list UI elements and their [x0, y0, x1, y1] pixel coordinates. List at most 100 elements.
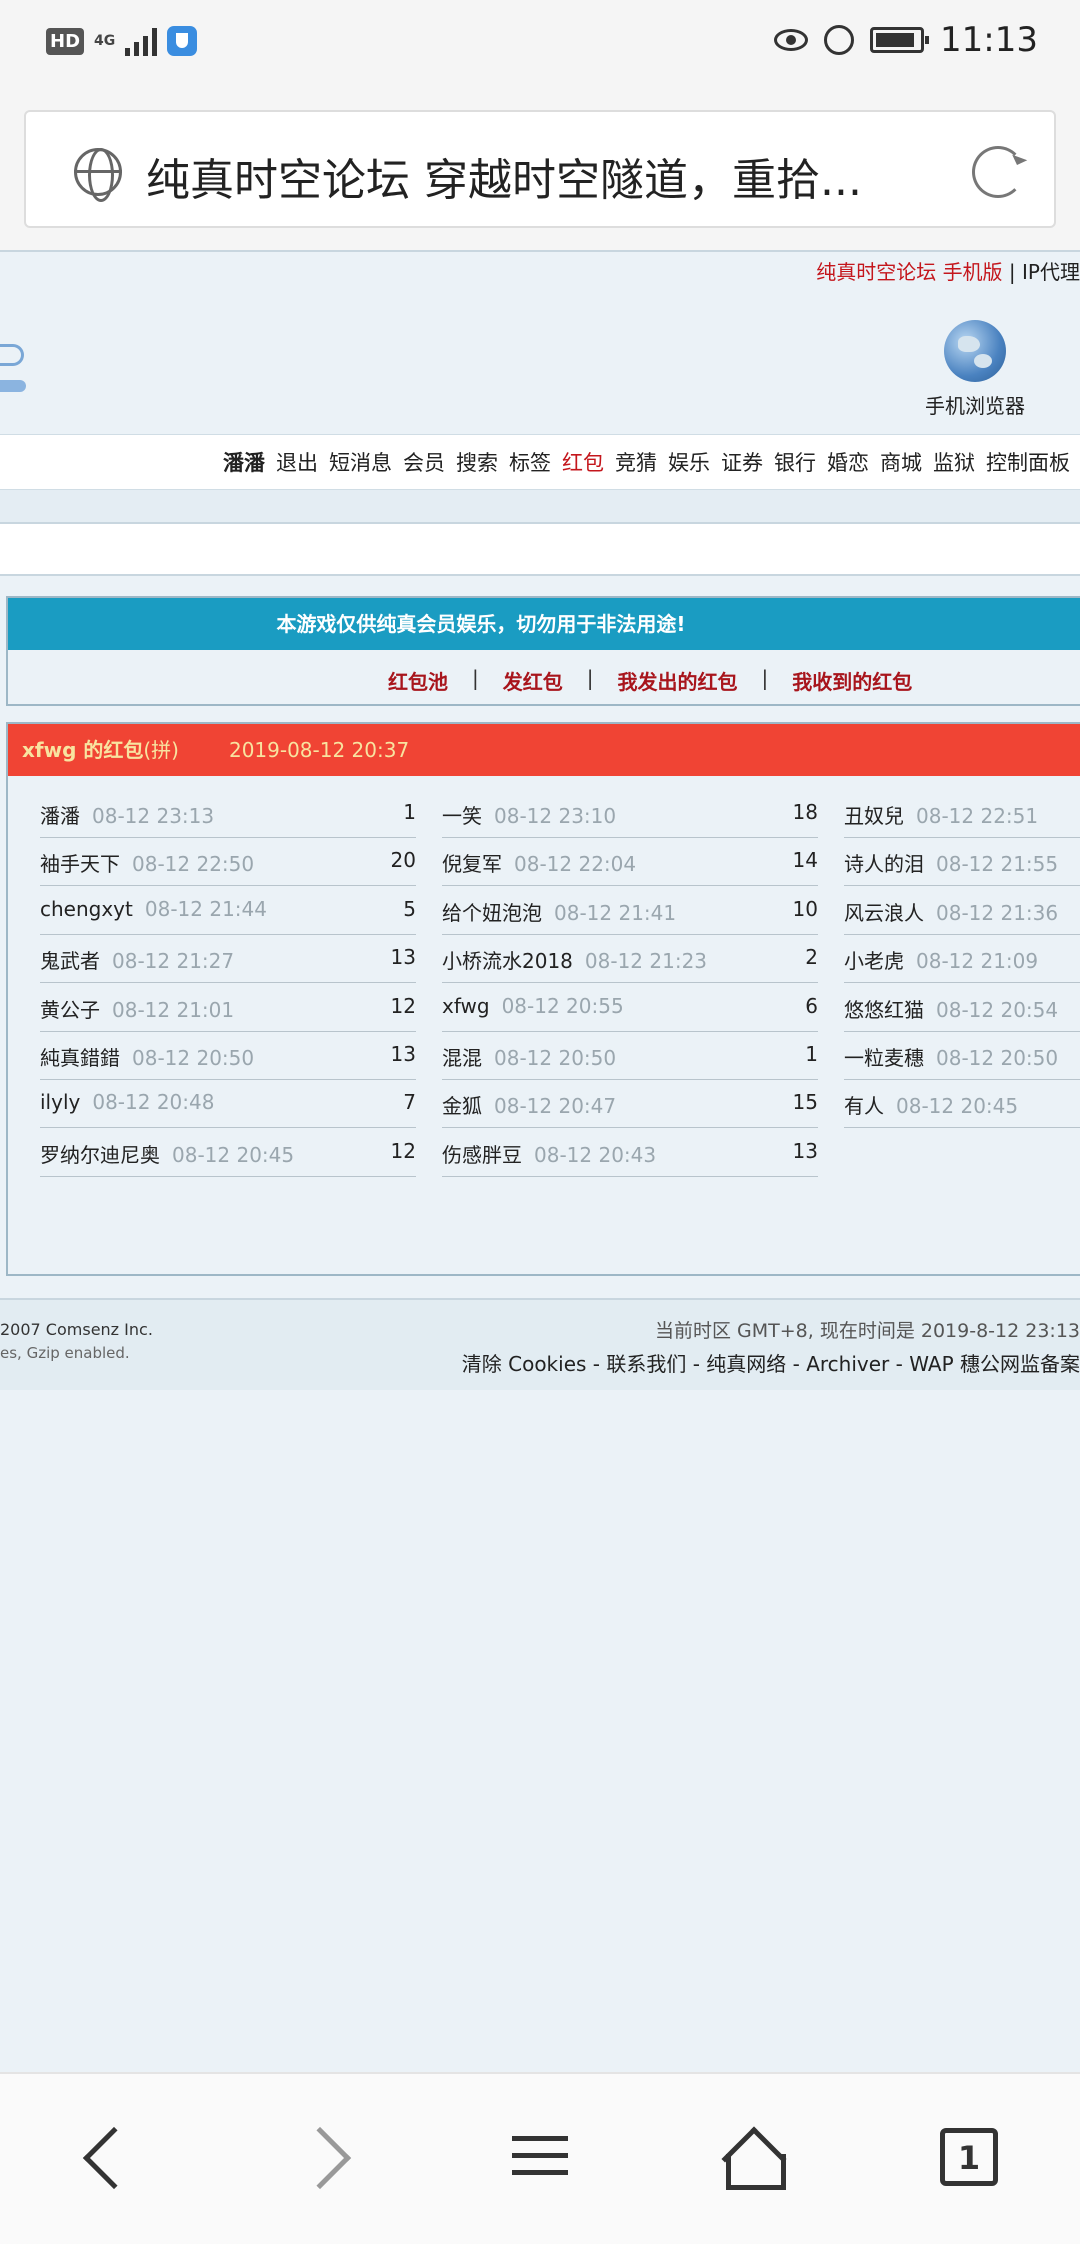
entry-username[interactable]: chengxyt — [40, 897, 133, 921]
entry-username[interactable]: 金狐 — [442, 1094, 482, 1118]
nav-item-stocks[interactable]: 证券 — [721, 447, 763, 477]
copyright: 2007 Comsenz Inc. — [0, 1320, 153, 1339]
redpacket-owner[interactable]: xfwg 的红包 — [22, 738, 143, 762]
received-redpackets-link[interactable]: 我收到的红包 — [792, 666, 912, 695]
redpacket-entry: ilyly 08-12 20:48 7 — [40, 1080, 416, 1129]
status-bar: HD 4G 11:13 — [0, 0, 1080, 88]
home-button[interactable] — [716, 2124, 796, 2194]
footer-links[interactable]: 清除 Cookies - 联系我们 - 纯真网络 - Archiver - WA… — [462, 1348, 1080, 1377]
send-redpacket-link[interactable]: 发红包 — [503, 666, 563, 695]
redpacket-entry: 混混 08-12 20:50 1 — [442, 1032, 818, 1080]
entry-count: 14 — [792, 848, 818, 873]
nav-item-entertainment[interactable]: 娱乐 — [668, 447, 710, 477]
entry-time: 08-12 21:44 — [144, 896, 267, 921]
redpacket-entry: 鬼武者 08-12 21:27 13 — [40, 935, 416, 984]
entry-time: 08-12 21:01 — [112, 997, 235, 1022]
entry-username[interactable]: 一粒麦穗 — [844, 1046, 924, 1070]
forward-button[interactable] — [288, 2124, 370, 2194]
nav-item-messages[interactable]: 短消息 — [329, 447, 392, 477]
entry-username[interactable]: 鬼武者 — [40, 949, 100, 973]
hd-badge: HD — [46, 27, 85, 55]
entry-time: 08-12 20:45 — [172, 1142, 295, 1167]
entry-count: 7 — [403, 1090, 416, 1115]
redpacket-entry: 黄公子 08-12 21:01 12 — [40, 984, 416, 1032]
entry-username[interactable]: 混混 — [442, 1046, 482, 1070]
redpacket-type: (拼) — [143, 738, 179, 762]
signal-icon — [125, 26, 158, 56]
entry-username[interactable]: 一笑 — [442, 804, 482, 828]
forum-link[interactable]: 纯真时空论坛 — [816, 260, 936, 284]
entry-time: 08-12 20:47 — [494, 1094, 617, 1119]
mobile-browser-link[interactable]: 手机浏览器 — [920, 320, 1030, 419]
forum-logo[interactable] — [0, 334, 28, 404]
redpacket-entry: 一粒麦穗 08-12 20:50 — [844, 1032, 1080, 1080]
entry-username[interactable]: 有人 — [844, 1094, 884, 1118]
nav-item-jail[interactable]: 监狱 — [933, 447, 975, 477]
nav-user[interactable]: 潘潘 — [223, 447, 265, 477]
reload-icon[interactable] — [972, 146, 1024, 198]
entry-time: 08-12 21:09 — [916, 949, 1039, 974]
redpacket-entry: 小桥流水2018 08-12 21:23 2 — [442, 935, 818, 984]
mobile-link[interactable]: 手机版 — [943, 260, 1003, 284]
entry-username[interactable]: xfwg — [442, 994, 490, 1018]
page-title[interactable]: 纯真时空论坛 穿越时空隧道，重拾... — [146, 144, 946, 208]
nav-item-bank[interactable]: 银行 — [774, 447, 816, 477]
entry-username[interactable]: 黄公子 — [40, 998, 100, 1022]
browser-toolbar: 纯真时空论坛 穿越时空隧道，重拾... — [0, 88, 1080, 250]
redpacket-entry: xfwg 08-12 20:55 6 — [442, 984, 818, 1032]
address-bar[interactable]: 纯真时空论坛 穿越时空隧道，重拾... — [24, 110, 1056, 228]
entry-username[interactable]: 袖手天下 — [40, 852, 120, 876]
nav-item-logout[interactable]: 退出 — [276, 447, 318, 477]
entry-username[interactable]: 悠悠红猫 — [844, 998, 924, 1022]
tabs-button[interactable]: 1 — [926, 2124, 1006, 2194]
entry-count: 1 — [805, 1042, 818, 1066]
nav-item-members[interactable]: 会员 — [403, 447, 445, 477]
redpacket-pool-link[interactable]: 红包池 — [388, 666, 448, 695]
sent-redpackets-link[interactable]: 我发出的红包 — [618, 666, 738, 695]
entry-username[interactable]: 给个妞泡泡 — [442, 901, 542, 925]
redpacket-entry: 罗纳尔迪尼奥 08-12 20:45 12 — [40, 1129, 416, 1177]
eye-comfort-icon — [774, 29, 809, 51]
browser-bottom-bar: 1 — [0, 2072, 1080, 2244]
sub-nav-band — [0, 490, 1080, 524]
entry-time: 08-12 22:50 — [132, 852, 255, 877]
entry-username[interactable]: 罗纳尔迪尼奥 — [40, 1143, 160, 1167]
redpacket-date: 2019-08-12 20:37 — [228, 738, 410, 762]
entry-username[interactable]: ilyly — [40, 1090, 80, 1114]
nav-item-guess[interactable]: 竞猜 — [615, 447, 657, 477]
entry-username[interactable]: 小老虎 — [844, 949, 904, 973]
redpacket-entry: 袖手天下 08-12 22:50 20 — [40, 838, 416, 887]
entry-username[interactable]: 純真錯錯 — [40, 1046, 120, 1070]
nav-item-control-panel[interactable]: 控制面板 — [986, 447, 1070, 477]
nav-item-tags[interactable]: 标签 — [509, 447, 551, 477]
entry-username[interactable]: 伤感胖豆 — [442, 1143, 522, 1167]
alarm-icon — [824, 25, 855, 55]
entry-time: 08-12 21:55 — [936, 852, 1059, 877]
entry-count: 20 — [390, 848, 416, 873]
nav-item-redpacket[interactable]: 红包 — [562, 447, 604, 477]
entry-count: 6 — [805, 993, 818, 1018]
redpacket-entry: 诗人的泪 08-12 21:55 — [844, 838, 1080, 887]
ip-proxy-link[interactable]: IP代理 — [1022, 260, 1080, 284]
entry-time: 08-12 20:54 — [936, 997, 1059, 1022]
gzip-note: es, Gzip enabled. — [0, 1344, 130, 1362]
entry-count: 15 — [792, 1090, 818, 1115]
nav-item-search[interactable]: 搜索 — [456, 447, 498, 477]
entry-time: 08-12 20:50 — [494, 1046, 617, 1070]
entry-username[interactable]: 丑奴兒 — [844, 804, 904, 828]
nav-item-mall[interactable]: 商城 — [880, 447, 922, 477]
entry-count: 12 — [390, 1138, 416, 1163]
entry-username[interactable]: 风云浪人 — [844, 901, 924, 925]
entry-count: 18 — [792, 800, 818, 824]
entry-username[interactable]: 倪复军 — [442, 852, 502, 876]
timezone-info: 当前时区 GMT+8, 现在时间是 2019-8-12 23:13 — [654, 1320, 1080, 1342]
network-type: 4G — [94, 33, 116, 49]
entry-username[interactable]: 诗人的泪 — [844, 852, 924, 876]
entry-username[interactable]: 小桥流水2018 — [442, 949, 573, 973]
footer: 2007 Comsenz Inc. es, Gzip enabled. 当前时区… — [0, 1298, 1080, 1390]
entry-count: 5 — [403, 896, 416, 921]
back-button[interactable] — [68, 2124, 148, 2194]
menu-button[interactable] — [500, 2124, 580, 2194]
entry-username[interactable]: 潘潘 — [40, 804, 80, 828]
nav-item-dating[interactable]: 婚恋 — [827, 447, 869, 477]
